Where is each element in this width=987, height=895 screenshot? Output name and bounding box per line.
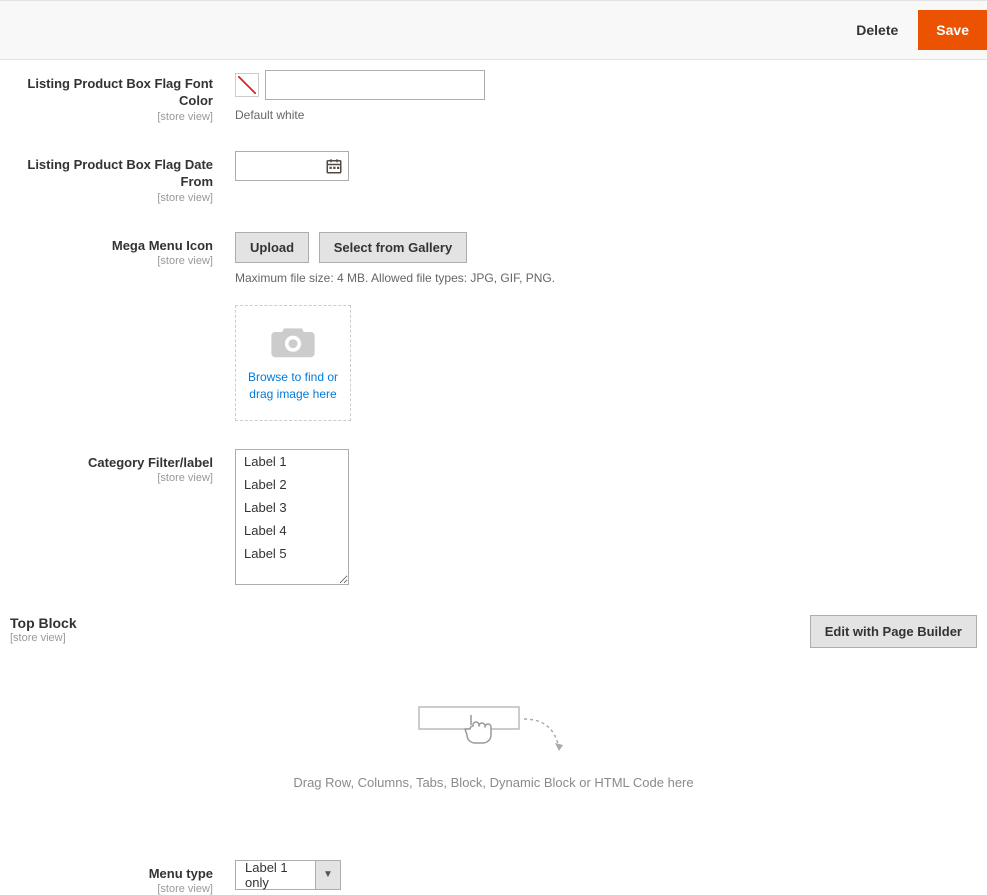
list-item[interactable]: Label 4 [236,519,348,542]
upload-button[interactable]: Upload [235,232,309,263]
scope-label: [store view] [0,111,213,123]
chevron-down-icon[interactable]: ▼ [315,860,341,890]
field-row-font-color: Listing Product Box Flag Font Color [sto… [0,70,987,123]
top-block-label: Top Block [10,615,77,631]
dropzone-text: Browse to find or drag image here [242,369,344,401]
scope-label: [store view] [0,883,213,895]
field-row-mega-menu-icon: Mega Menu Icon [store view] Upload Selec… [0,232,987,421]
scope-label: [store view] [0,472,213,484]
menu-type-label: Menu type [0,866,213,883]
scope-label: [store view] [10,632,810,644]
color-swatch[interactable] [235,73,259,97]
list-item[interactable]: Label 2 [236,473,348,496]
camera-icon [271,323,315,359]
font-color-input[interactable] [265,70,485,100]
font-color-hint: Default white [235,108,977,122]
scope-label: [store view] [0,192,213,204]
field-row-menu-type: Menu type [store view] Label 1 only ▼ [0,860,987,895]
list-item[interactable]: Label 3 [236,496,348,519]
menu-type-value: Label 1 only [235,860,315,890]
list-item[interactable]: Label 5 [236,542,348,565]
image-dropzone[interactable]: Browse to find or drag image here [235,305,351,421]
upload-hint: Maximum file size: 4 MB. Allowed file ty… [235,271,977,285]
list-item[interactable]: Label 1 [236,450,348,473]
form-area: Listing Product Box Flag Font Color [sto… [0,60,987,895]
top-block-header: Top Block [store view] Edit with Page Bu… [0,615,987,648]
category-filter-label: Category Filter/label [0,455,213,472]
mega-menu-icon-label: Mega Menu Icon [0,238,213,255]
scope-label: [store view] [0,255,213,267]
pagebuilder-illustration [409,699,579,763]
field-row-category-filter: Category Filter/label [store view] Label… [0,449,987,585]
font-color-label: Listing Product Box Flag Font Color [0,76,213,110]
delete-button[interactable]: Delete [836,12,918,48]
field-row-date-from: Listing Product Box Flag Date From [stor… [0,151,987,204]
date-from-label: Listing Product Box Flag Date From [0,157,213,191]
category-filter-select[interactable]: Label 1 Label 2 Label 3 Label 4 Label 5 [235,449,349,585]
pagebuilder-stage[interactable]: Drag Row, Columns, Tabs, Block, Dynamic … [10,660,977,830]
edit-pagebuilder-button[interactable]: Edit with Page Builder [810,615,977,648]
select-gallery-button[interactable]: Select from Gallery [319,232,468,263]
calendar-icon[interactable] [325,157,343,175]
menu-type-select[interactable]: Label 1 only ▼ [235,860,341,890]
action-header: Delete Save [0,0,987,60]
save-button[interactable]: Save [918,10,987,50]
pagebuilder-placeholder: Drag Row, Columns, Tabs, Block, Dynamic … [293,775,693,790]
